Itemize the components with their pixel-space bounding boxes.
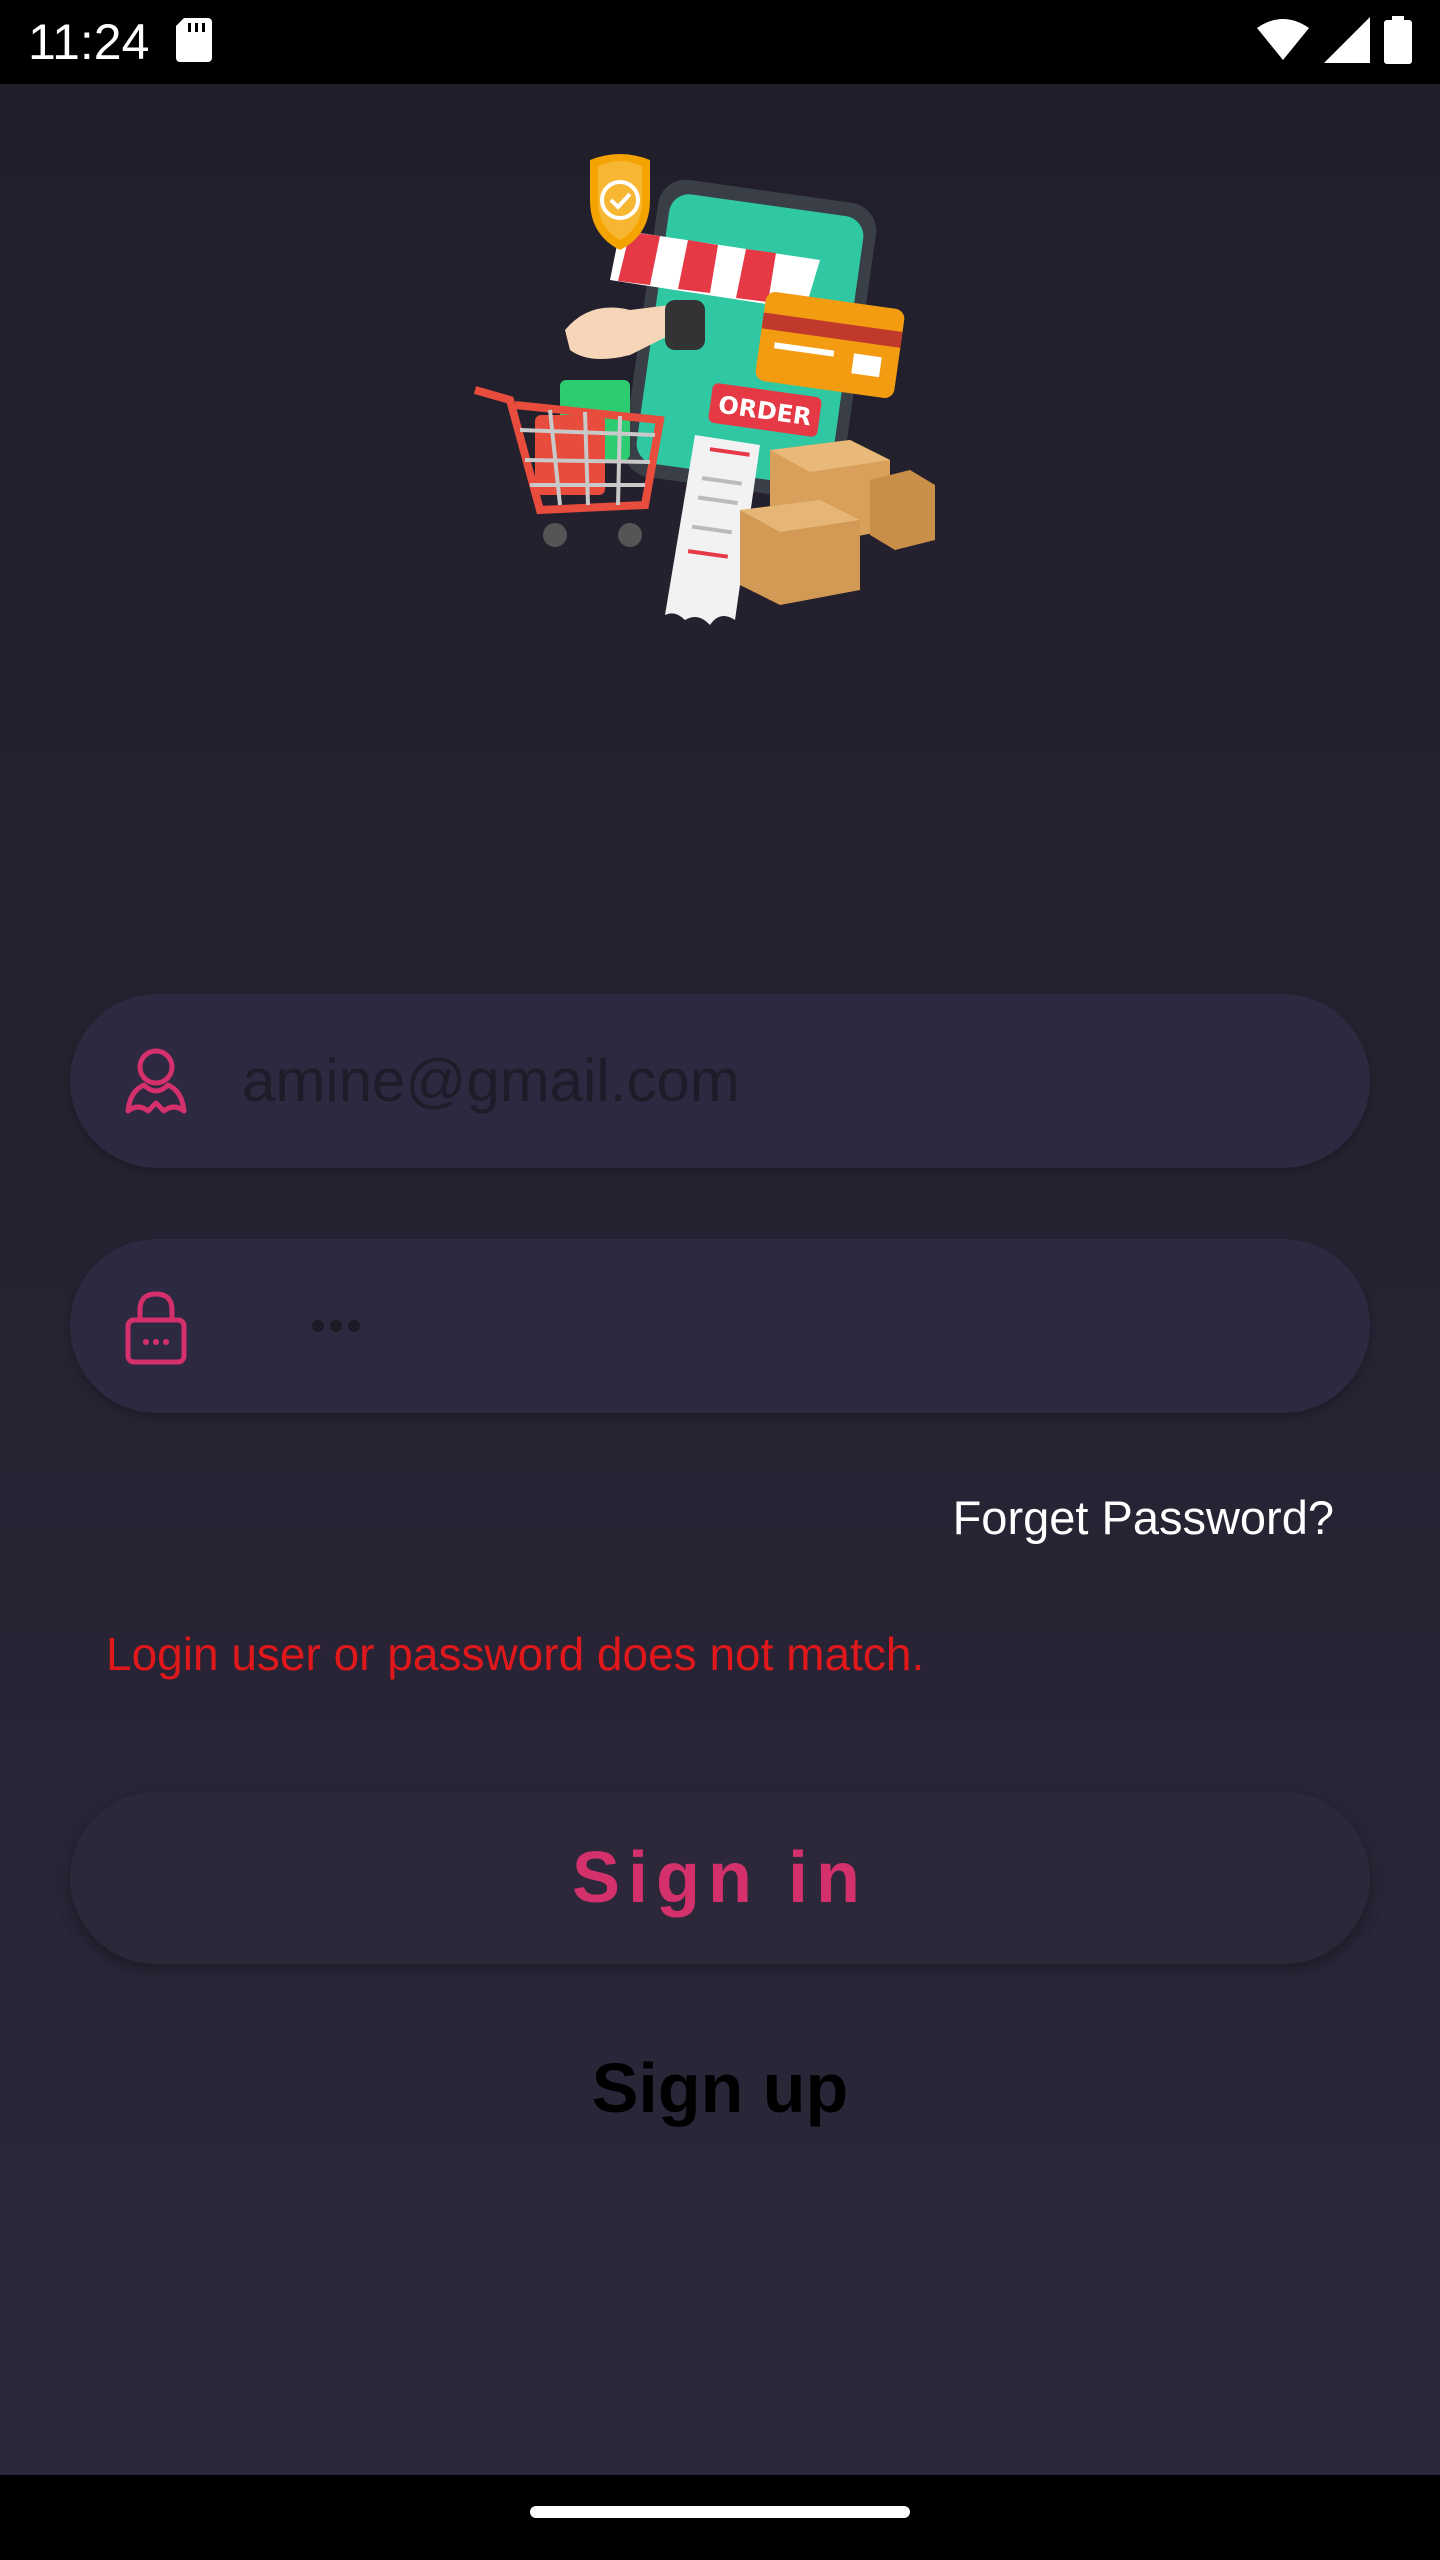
login-error-message: Login user or password does not match. xyxy=(106,1628,925,1680)
home-gesture-handle[interactable] xyxy=(530,2506,910,2518)
online-shopping-illustration: ORDER xyxy=(470,150,950,640)
cellular-signal-icon xyxy=(1324,17,1370,68)
status-bar: 11:24 xyxy=(0,0,1440,84)
email-field[interactable]: amine@gmail.com xyxy=(70,994,1370,1168)
password-field[interactable] xyxy=(70,1239,1370,1413)
status-time: 11:24 xyxy=(28,14,150,70)
password-input[interactable] xyxy=(312,1239,360,1413)
wifi-icon xyxy=(1256,18,1310,67)
lock-icon xyxy=(116,1286,196,1366)
sign-up-link[interactable]: Sign up xyxy=(0,2040,1440,2136)
email-input[interactable]: amine@gmail.com xyxy=(242,994,740,1168)
sd-card-icon xyxy=(176,18,212,67)
forget-password-link[interactable]: Forget Password? xyxy=(953,1488,1334,1548)
status-icons xyxy=(1256,16,1412,69)
login-screen: 11:24 ORDER amine@gmail.com Forget Passw… xyxy=(0,0,1440,2560)
battery-icon xyxy=(1384,16,1412,69)
user-icon xyxy=(116,1041,196,1121)
sign-in-button[interactable]: Sign in xyxy=(70,1792,1370,1964)
